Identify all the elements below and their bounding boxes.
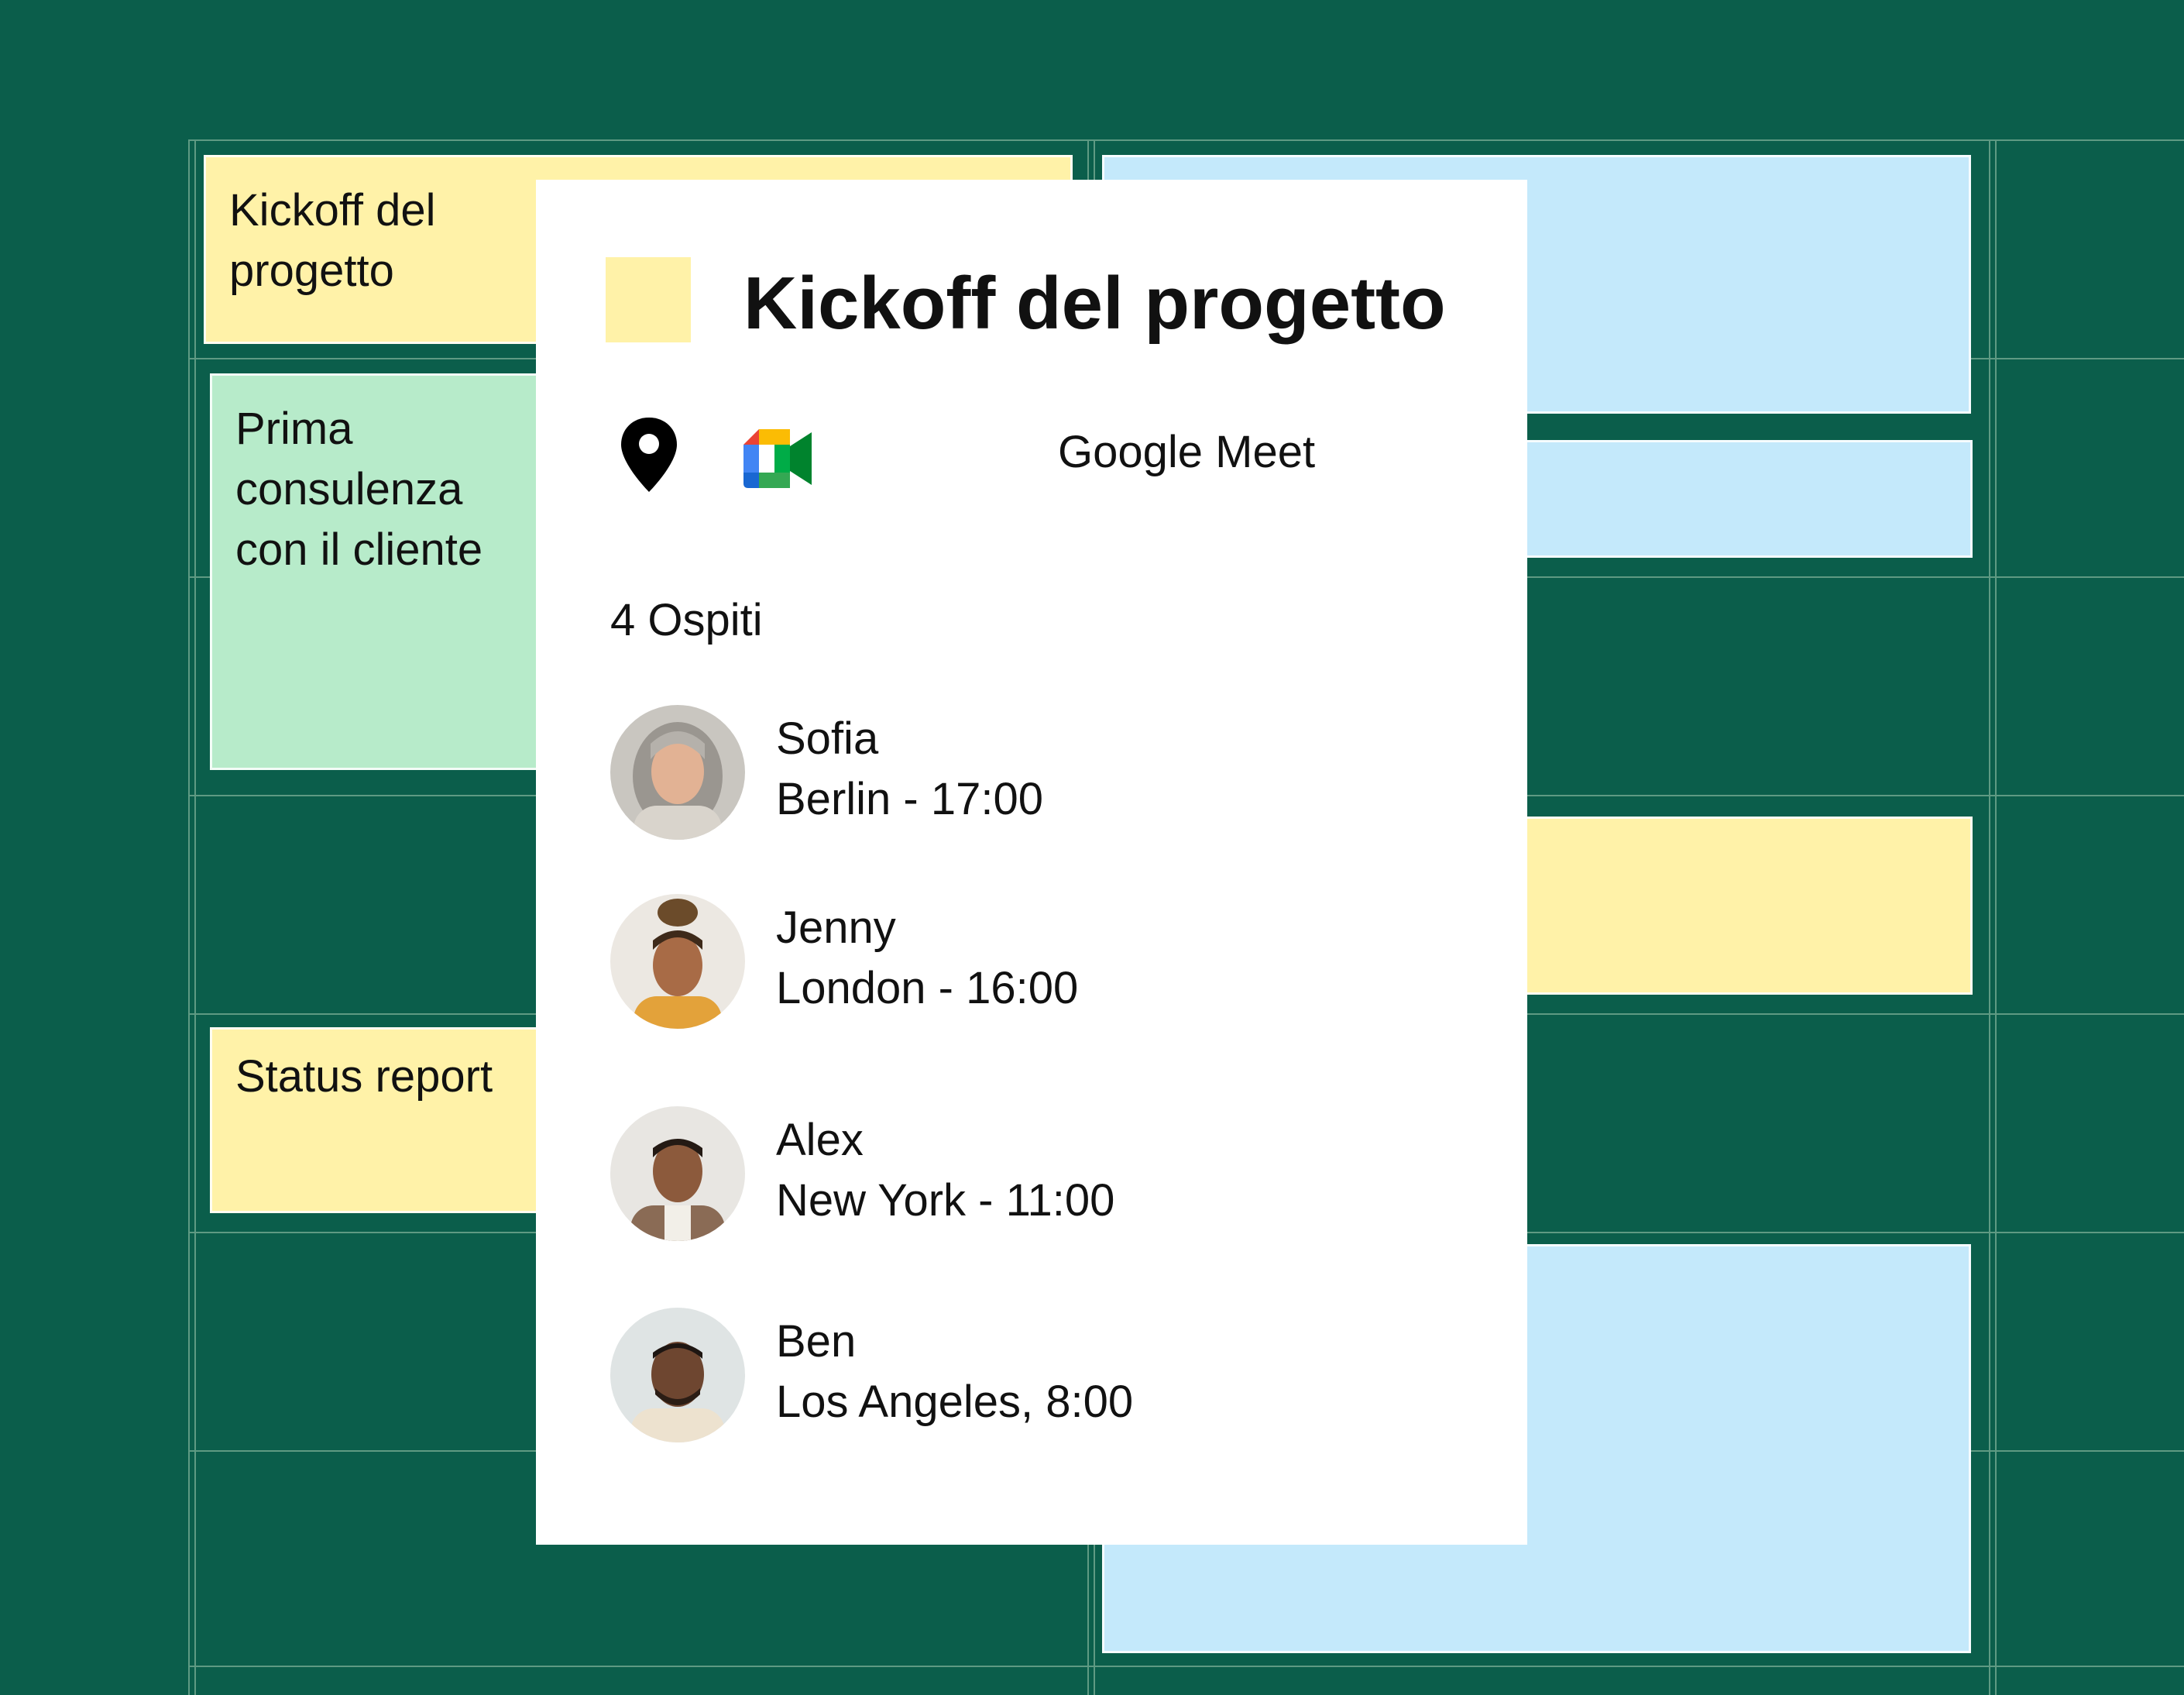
guest-location-time: Los Angeles, 8:00	[776, 1377, 1134, 1427]
grid-column-line	[1989, 139, 1997, 1695]
guest-item[interactable]: Sofia Berlin - 17:00	[610, 705, 1462, 841]
avatar	[610, 1106, 745, 1241]
event-details-popup: Kickoff del progetto Google Meet 4 Ospit…	[536, 180, 1527, 1545]
guest-item[interactable]: Alex New York - 11:00	[610, 1106, 1462, 1243]
event-label: Prima consulenza con il cliente	[235, 404, 483, 575]
guest-location-time: London - 16:00	[776, 963, 1079, 1013]
event-color-chip	[606, 257, 691, 342]
location-pin-icon	[620, 416, 678, 493]
calendar-event-consultation[interactable]: Prima consulenza con il cliente	[210, 373, 543, 770]
avatar	[610, 705, 745, 840]
guest-location-time: Berlin - 17:00	[776, 774, 1043, 824]
guest-item[interactable]: Ben Los Angeles, 8:00	[610, 1308, 1462, 1444]
guest-name: Ben	[776, 1316, 857, 1367]
popup-title: Kickoff del progetto	[743, 262, 1446, 345]
conference-label[interactable]: Google Meet	[1058, 426, 1315, 478]
guest-name: Sofia	[776, 713, 879, 764]
grid-row-line	[190, 139, 2184, 141]
avatar	[610, 894, 745, 1029]
guest-name: Alex	[776, 1115, 864, 1165]
guests-count: 4 Ospiti	[610, 595, 763, 645]
google-meet-icon[interactable]	[743, 429, 813, 488]
guest-location-time: New York - 11:00	[776, 1175, 1115, 1226]
grid-row-line	[190, 1666, 2184, 1667]
event-label: Status report	[235, 1051, 493, 1102]
avatar	[610, 1308, 745, 1442]
calendar-view: Kickoff del progetto Prima consulenza co…	[0, 0, 2184, 1695]
calendar-event-status-report[interactable]: Status report	[210, 1027, 543, 1213]
guest-name: Jenny	[776, 903, 896, 953]
guest-item[interactable]: Jenny London - 16:00	[610, 894, 1462, 1030]
grid-column-line	[188, 139, 196, 1695]
